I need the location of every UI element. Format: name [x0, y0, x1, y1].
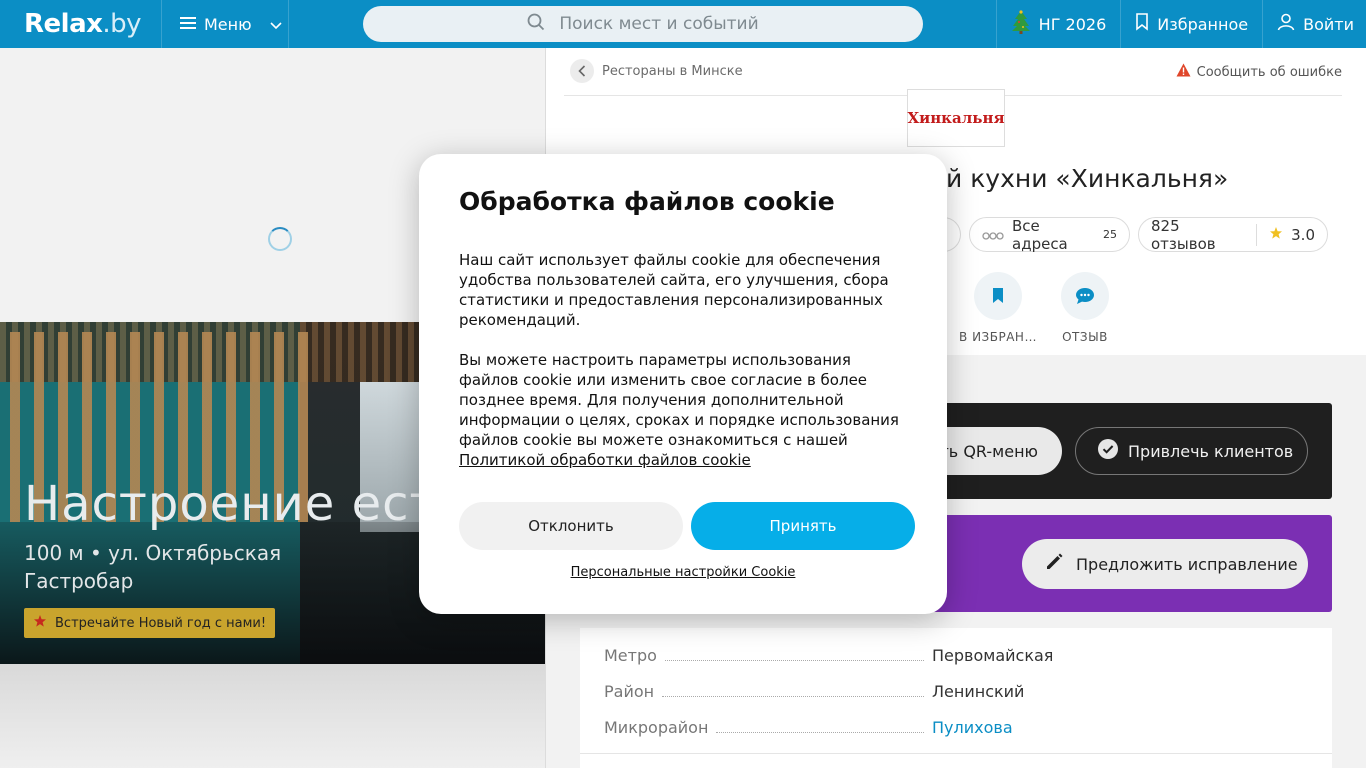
search-icon: [527, 13, 545, 36]
new-year-link[interactable]: НГ 2026: [995, 0, 1121, 48]
menu-button[interactable]: Меню: [162, 0, 289, 48]
accept-button[interactable]: Принять: [691, 502, 915, 550]
menu-label: Меню: [204, 14, 252, 34]
user-icon: [1277, 13, 1295, 35]
hamburger-icon: [180, 15, 196, 34]
login-link[interactable]: Войти: [1262, 0, 1366, 48]
login-label: Войти: [1303, 14, 1354, 34]
christmas-tree-icon: [1011, 10, 1031, 38]
cookie-policy-link[interactable]: Политикой обработки файлов cookie: [459, 451, 751, 469]
cookie-settings-link[interactable]: Персональные настройки Cookie: [419, 565, 947, 580]
new-year-label: НГ 2026: [1038, 14, 1107, 34]
cookie-paragraph-1: Наш сайт использует файлы cookie для обе…: [459, 251, 889, 329]
logo-text: Relax: [24, 9, 103, 39]
search-placeholder: Поиск мест и событий: [559, 14, 759, 34]
cookie-dialog-text: Наш сайт использует файлы cookie для обе…: [459, 250, 911, 470]
cookie-dialog-title: Обработка файлов cookie: [459, 187, 835, 216]
cookie-paragraph-2: Вы можете настроить параметры использова…: [459, 350, 911, 470]
top-header: Relax .by Меню Поиск мест и событий НГ 20…: [0, 0, 1366, 48]
logo-suffix: .by: [102, 9, 142, 39]
cookie-dialog: Обработка файлов cookie Наш сайт использ…: [419, 154, 947, 614]
site-logo[interactable]: Relax .by: [0, 0, 162, 48]
decline-button[interactable]: Отклонить: [459, 502, 683, 550]
favorites-label: Избранное: [1157, 14, 1249, 34]
bookmark-icon: [1135, 13, 1149, 35]
chevron-down-icon: [270, 15, 282, 34]
cookie-paragraph-2-text: Вы можете настроить параметры использова…: [459, 351, 899, 449]
favorites-link[interactable]: Избранное: [1120, 0, 1262, 48]
search-input[interactable]: Поиск мест и событий: [363, 6, 923, 42]
